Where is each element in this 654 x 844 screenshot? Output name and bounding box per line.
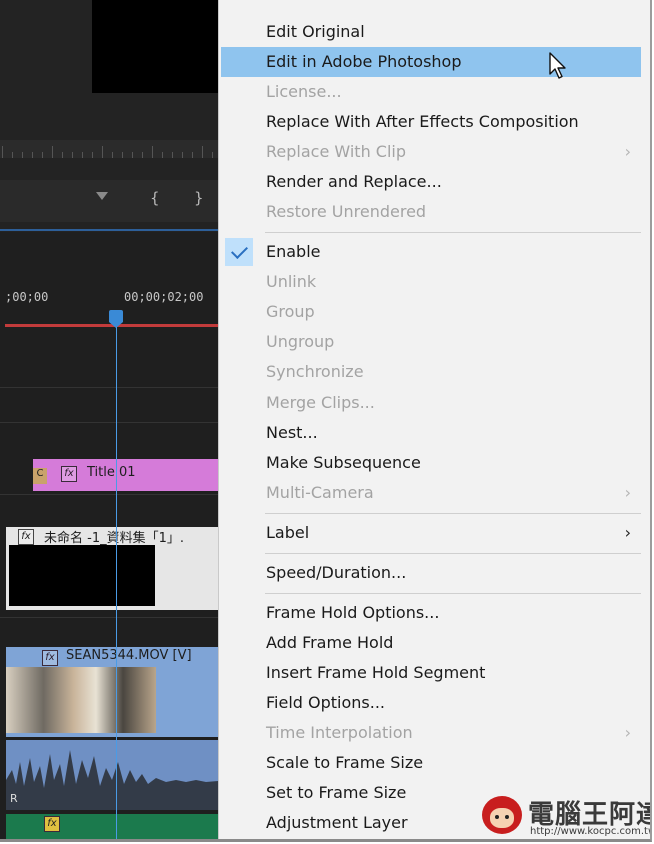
menu-item-unlink[interactable]: Unlink — [221, 267, 641, 297]
mouse-pointer-icon — [549, 52, 566, 79]
ruler-tick — [12, 152, 13, 158]
menu-item-nest[interactable]: Nest... — [221, 418, 641, 448]
chevron-right-icon: › — [624, 723, 631, 742]
menu-item-replace-with-clip[interactable]: Replace With Clip › — [221, 137, 641, 167]
menu-item-scale-to-frame-size[interactable]: Scale to Frame Size — [221, 748, 641, 778]
ruler-tick — [62, 152, 63, 158]
ruler-tick — [52, 146, 53, 158]
marker-icon[interactable] — [96, 192, 108, 200]
menu-item-replace-with-ae-comp[interactable]: Replace With After Effects Composition — [221, 107, 641, 137]
menu-item-restore-unrendered[interactable]: Restore Unrendered — [221, 197, 641, 227]
ruler-tick — [162, 152, 163, 158]
ruler-tick — [142, 152, 143, 158]
ruler-tick — [202, 146, 203, 158]
menu-item-group[interactable]: Group — [221, 297, 641, 327]
ruler-tick — [92, 152, 93, 158]
clip-color-chip: C — [33, 468, 47, 484]
watermark-url: http://www.kocpc.com.tw — [530, 826, 652, 837]
monitor-controls: { } — [0, 180, 218, 222]
ruler-tick — [82, 152, 83, 158]
timecode-label-2s: 00;00;02;00 — [124, 290, 204, 304]
ruler-tick — [122, 152, 123, 158]
check-icon — [225, 238, 253, 266]
chevron-right-icon: › — [624, 483, 631, 502]
clip-name: Title 01 — [87, 465, 136, 480]
chevron-right-icon: › — [624, 523, 631, 542]
menu-item-speed-duration[interactable]: Speed/Duration... — [221, 558, 641, 588]
menu-item-synchronize[interactable]: Synchronize — [221, 357, 641, 387]
track-divider — [0, 387, 218, 388]
playhead-handle[interactable] — [109, 310, 123, 322]
monitor-ruler[interactable] — [0, 140, 218, 158]
video-thumbnail — [6, 667, 156, 733]
ruler-tick — [212, 152, 213, 158]
ruler-tick — [72, 152, 73, 158]
menu-item-label[interactable]: Label › — [221, 518, 641, 548]
menu-item-ungroup[interactable]: Ungroup — [221, 327, 641, 357]
menu-item-enable[interactable]: Enable — [221, 237, 641, 267]
audio-waveform — [6, 750, 218, 810]
audio-track-clip[interactable]: fx — [6, 814, 218, 839]
clip-letter: R — [10, 792, 18, 805]
menu-item-time-interpolation[interactable]: Time Interpolation › — [221, 718, 641, 748]
ruler-tick — [32, 152, 33, 158]
menu-item-frame-hold-options[interactable]: Frame Hold Options... — [221, 598, 641, 628]
ruler-tick — [102, 146, 103, 158]
panel-focus-border — [0, 229, 218, 231]
clip-context-menu: Edit Original Edit in Adobe Photoshop Li… — [218, 0, 650, 839]
nested-sequence-clip[interactable]: fx 未命名 -1_資料集「1」. — [6, 527, 218, 610]
fx-badge-icon: fx — [42, 650, 58, 666]
menu-separator — [265, 593, 641, 594]
menu-separator — [265, 232, 641, 233]
menu-separator — [265, 553, 641, 554]
menu-item-edit-original[interactable]: Edit Original — [221, 17, 641, 47]
program-monitor-preview — [92, 0, 218, 93]
menu-item-license[interactable]: License... — [221, 77, 641, 107]
mascot-logo-icon — [482, 796, 522, 834]
video-clip[interactable]: fx SEAN5344.MOV [V] Cr — [6, 647, 218, 737]
menu-item-multi-camera[interactable]: Multi-Camera › — [221, 478, 641, 508]
playhead-line — [116, 327, 117, 839]
fx-badge-icon: fx — [44, 816, 60, 832]
clip-name: 未命名 -1_資料集「1」. — [44, 531, 184, 546]
clip-thumbnail — [9, 545, 155, 606]
ruler-tick — [152, 146, 153, 158]
timeline-panel: { } ;00;00 00;00;02;00 fx Title 01 C fx … — [0, 0, 218, 839]
ruler-tick — [112, 152, 113, 158]
fx-badge-icon: fx — [61, 466, 77, 482]
screenshot-frame: { } ;00;00 00;00;02;00 fx Title 01 C fx … — [0, 0, 652, 842]
menu-item-edit-in-photoshop[interactable]: Edit in Adobe Photoshop — [221, 47, 641, 77]
menu-item-insert-frame-hold-segment[interactable]: Insert Frame Hold Segment — [221, 658, 641, 688]
menu-item-render-and-replace[interactable]: Render and Replace... — [221, 167, 641, 197]
mark-in-button[interactable]: { — [150, 189, 160, 207]
ruler-tick — [132, 152, 133, 158]
sequence-timeline[interactable]: ;00;00 00;00;02;00 fx Title 01 C fx 未命名 … — [0, 232, 218, 839]
track-divider — [0, 494, 218, 495]
fx-badge-icon: fx — [18, 529, 34, 545]
mark-out-button[interactable]: } — [194, 189, 204, 207]
timecode-label-start: ;00;00 — [5, 290, 49, 304]
ruler-tick — [42, 152, 43, 158]
track-divider — [0, 422, 218, 423]
track-divider — [0, 617, 218, 618]
menu-item-add-frame-hold[interactable]: Add Frame Hold — [221, 628, 641, 658]
title-clip[interactable]: fx Title 01 — [33, 459, 218, 491]
menu-item-field-options[interactable]: Field Options... — [221, 688, 641, 718]
menu-item-merge-clips[interactable]: Merge Clips... — [221, 388, 641, 418]
site-watermark: 電腦王阿達 http://www.kocpc.com.tw — [478, 790, 650, 839]
ruler-tick — [22, 152, 23, 158]
ruler-tick — [192, 152, 193, 158]
menu-item-make-subsequence[interactable]: Make Subsequence — [221, 448, 641, 478]
chevron-right-icon: › — [624, 142, 631, 161]
audio-clip[interactable]: R — [6, 740, 218, 810]
clip-name: SEAN5344.MOV [V] — [66, 648, 192, 663]
ruler-tick — [172, 152, 173, 158]
menu-separator — [265, 513, 641, 514]
ruler-tick — [2, 146, 3, 158]
ruler-tick — [182, 152, 183, 158]
